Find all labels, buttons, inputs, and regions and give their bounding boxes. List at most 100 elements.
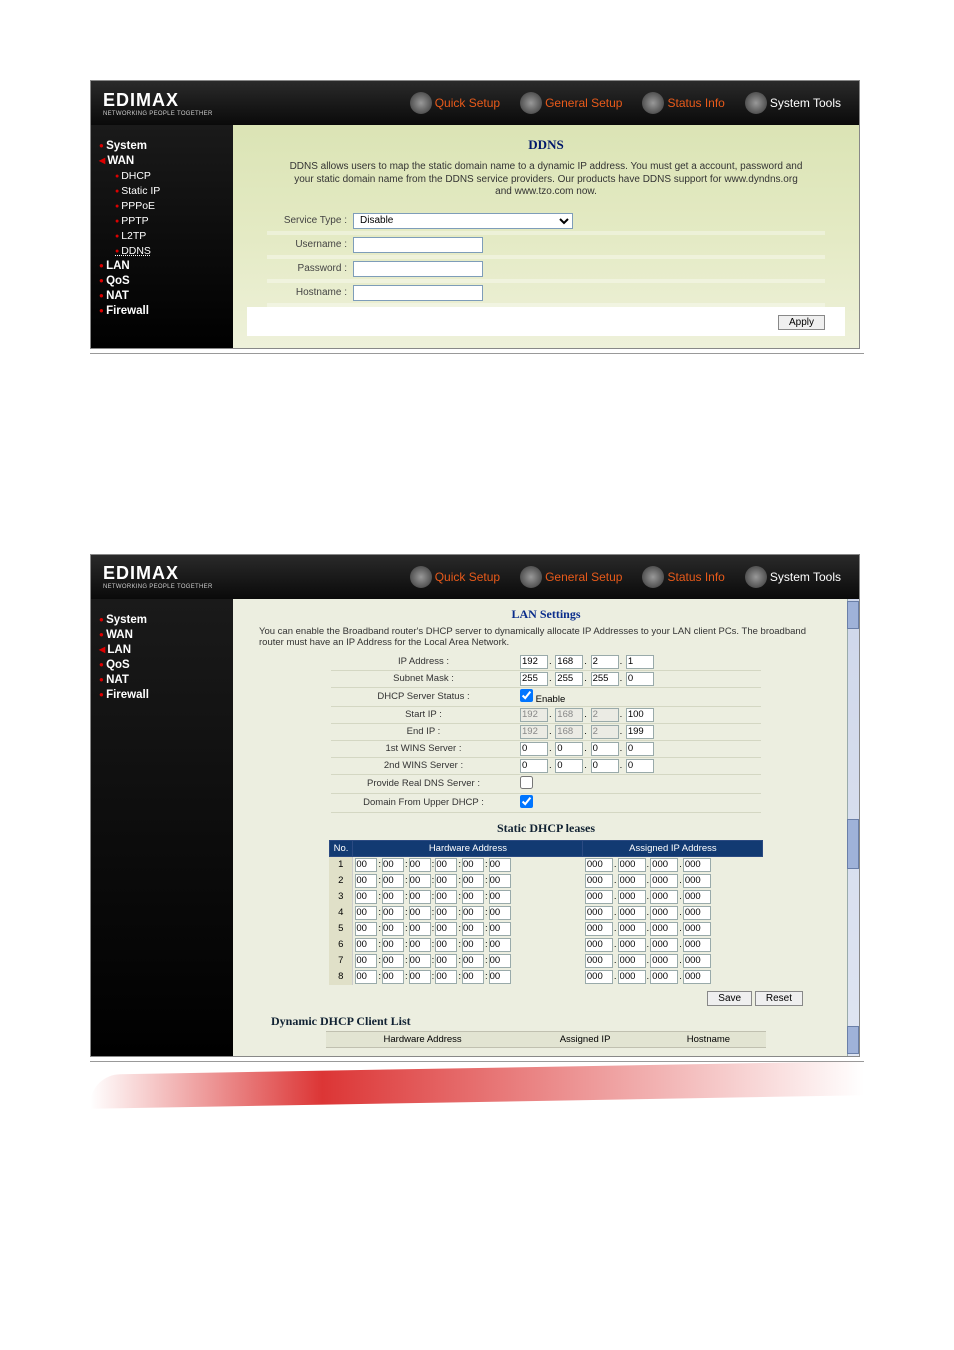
lease-ip-octet-input[interactable] bbox=[683, 970, 711, 984]
lease-ip-octet-input[interactable] bbox=[650, 858, 678, 872]
lease-ip-octet-input[interactable] bbox=[618, 954, 646, 968]
upper-dhcp-checkbox[interactable] bbox=[520, 795, 533, 808]
lease-ip-octet-input[interactable] bbox=[618, 874, 646, 888]
sidebar-item-ddns[interactable]: DDNS bbox=[99, 245, 225, 257]
lease-ip-octet-input[interactable] bbox=[585, 874, 613, 888]
mac-octet-input[interactable] bbox=[462, 970, 484, 984]
mac-octet-input[interactable] bbox=[355, 938, 377, 952]
tab-quick-setup[interactable]: Quick Setup bbox=[400, 92, 510, 114]
mac-octet-input[interactable] bbox=[409, 906, 431, 920]
mac-octet-input[interactable] bbox=[382, 954, 404, 968]
mac-octet-input[interactable] bbox=[462, 922, 484, 936]
sidebar-item-wan[interactable]: WAN bbox=[99, 629, 225, 641]
mac-octet-input[interactable] bbox=[355, 858, 377, 872]
save-button[interactable]: Save bbox=[707, 991, 752, 1006]
lease-ip-octet-input[interactable] bbox=[683, 858, 711, 872]
mac-octet-input[interactable] bbox=[435, 922, 457, 936]
lease-ip-octet-input[interactable] bbox=[618, 906, 646, 920]
sidebar-item-qos[interactable]: QoS bbox=[99, 659, 225, 671]
mac-octet-input[interactable] bbox=[435, 874, 457, 888]
mac-octet-input[interactable] bbox=[382, 938, 404, 952]
lease-ip-octet-input[interactable] bbox=[585, 890, 613, 904]
mac-octet-input[interactable] bbox=[355, 906, 377, 920]
lease-ip-octet-input[interactable] bbox=[585, 858, 613, 872]
lease-ip-octet-input[interactable] bbox=[585, 906, 613, 920]
lease-ip-octet-input[interactable] bbox=[683, 938, 711, 952]
mac-octet-input[interactable] bbox=[382, 970, 404, 984]
real-dns-checkbox[interactable] bbox=[520, 776, 533, 789]
sidebar-item-lan[interactable]: LAN bbox=[99, 260, 225, 272]
wins1-octet[interactable] bbox=[555, 742, 583, 756]
mac-octet-input[interactable] bbox=[435, 858, 457, 872]
mac-octet-input[interactable] bbox=[435, 970, 457, 984]
sidebar-item-dhcp[interactable]: DHCP bbox=[99, 170, 225, 182]
mac-octet-input[interactable] bbox=[355, 890, 377, 904]
end-ip-octet-4[interactable] bbox=[626, 725, 654, 739]
mac-octet-input[interactable] bbox=[489, 954, 511, 968]
mask-octet-2[interactable] bbox=[555, 672, 583, 686]
mac-octet-input[interactable] bbox=[489, 906, 511, 920]
hostname-input[interactable] bbox=[353, 285, 483, 301]
lease-ip-octet-input[interactable] bbox=[618, 922, 646, 936]
scroll-up-icon[interactable] bbox=[847, 601, 859, 629]
mac-octet-input[interactable] bbox=[489, 938, 511, 952]
lease-ip-octet-input[interactable] bbox=[650, 938, 678, 952]
ip-octet-3[interactable] bbox=[591, 655, 619, 669]
mac-octet-input[interactable] bbox=[489, 874, 511, 888]
mac-octet-input[interactable] bbox=[489, 890, 511, 904]
wins1-octet[interactable] bbox=[591, 742, 619, 756]
sidebar-item-nat[interactable]: NAT bbox=[99, 290, 225, 302]
lease-ip-octet-input[interactable] bbox=[683, 922, 711, 936]
service-type-select[interactable]: Disable bbox=[353, 213, 573, 229]
mac-octet-input[interactable] bbox=[409, 890, 431, 904]
lease-ip-octet-input[interactable] bbox=[650, 874, 678, 888]
mac-octet-input[interactable] bbox=[462, 874, 484, 888]
mask-octet-1[interactable] bbox=[520, 672, 548, 686]
lease-ip-octet-input[interactable] bbox=[650, 954, 678, 968]
mac-octet-input[interactable] bbox=[462, 938, 484, 952]
ip-octet-1[interactable] bbox=[520, 655, 548, 669]
mac-octet-input[interactable] bbox=[382, 858, 404, 872]
lease-ip-octet-input[interactable] bbox=[650, 922, 678, 936]
scroll-down-icon[interactable] bbox=[847, 1026, 859, 1054]
tab-general-setup[interactable]: General Setup bbox=[510, 92, 632, 114]
mac-octet-input[interactable] bbox=[355, 954, 377, 968]
lease-ip-octet-input[interactable] bbox=[618, 858, 646, 872]
mac-octet-input[interactable] bbox=[382, 922, 404, 936]
wins2-octet[interactable] bbox=[520, 759, 548, 773]
sidebar-item-nat[interactable]: NAT bbox=[99, 674, 225, 686]
mac-octet-input[interactable] bbox=[435, 906, 457, 920]
mac-octet-input[interactable] bbox=[462, 906, 484, 920]
wins2-octet[interactable] bbox=[555, 759, 583, 773]
mac-octet-input[interactable] bbox=[382, 906, 404, 920]
mac-octet-input[interactable] bbox=[409, 874, 431, 888]
mac-octet-input[interactable] bbox=[435, 954, 457, 968]
lease-ip-octet-input[interactable] bbox=[683, 954, 711, 968]
sidebar-item-system[interactable]: System bbox=[99, 614, 225, 626]
sidebar-item-l2tp[interactable]: L2TP bbox=[99, 230, 225, 242]
wins1-octet[interactable] bbox=[520, 742, 548, 756]
mac-octet-input[interactable] bbox=[409, 938, 431, 952]
mac-octet-input[interactable] bbox=[409, 922, 431, 936]
sidebar-item-staticip[interactable]: Static IP bbox=[99, 185, 225, 197]
lease-ip-octet-input[interactable] bbox=[618, 970, 646, 984]
start-ip-octet-4[interactable] bbox=[626, 708, 654, 722]
reset-button[interactable]: Reset bbox=[755, 991, 803, 1006]
wins2-octet[interactable] bbox=[591, 759, 619, 773]
mac-octet-input[interactable] bbox=[409, 954, 431, 968]
sidebar-item-firewall[interactable]: Firewall bbox=[99, 689, 225, 701]
mask-octet-4[interactable] bbox=[626, 672, 654, 686]
tab-system-tools[interactable]: System Tools bbox=[735, 566, 851, 588]
lease-ip-octet-input[interactable] bbox=[585, 922, 613, 936]
lease-ip-octet-input[interactable] bbox=[683, 890, 711, 904]
sidebar-item-wan[interactable]: WAN bbox=[99, 155, 225, 167]
tab-general-setup[interactable]: General Setup bbox=[510, 566, 632, 588]
wins2-octet[interactable] bbox=[626, 759, 654, 773]
password-input[interactable] bbox=[353, 261, 483, 277]
lease-ip-octet-input[interactable] bbox=[650, 890, 678, 904]
username-input[interactable] bbox=[353, 237, 483, 253]
mac-octet-input[interactable] bbox=[489, 858, 511, 872]
lease-ip-octet-input[interactable] bbox=[618, 938, 646, 952]
mac-octet-input[interactable] bbox=[462, 858, 484, 872]
ip-octet-4[interactable] bbox=[626, 655, 654, 669]
